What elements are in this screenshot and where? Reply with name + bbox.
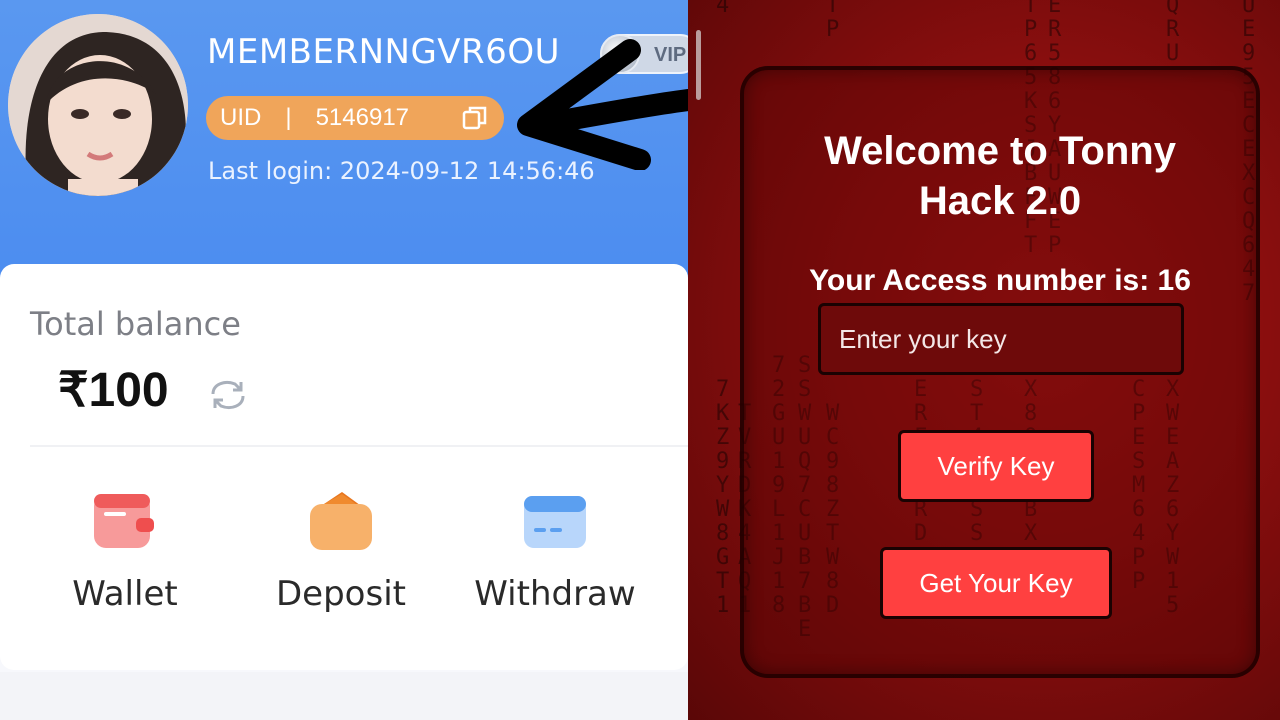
dialog-title: Welcome to Tonny Hack 2.0 <box>824 129 1176 223</box>
key-input[interactable] <box>818 303 1184 375</box>
scrollbar-thumb[interactable] <box>696 30 701 100</box>
deposit-label: Deposit <box>276 574 406 614</box>
uid-separator: | <box>285 104 292 131</box>
hack-panel-screenshot: 47KZ9YW8GT1 TVRDK4AQ1 72GU19L1J18 SSWUQ7… <box>688 0 1280 720</box>
access-number-text: Your Access number is: 16 <box>809 264 1191 297</box>
wallet-app-screenshot: MEMBERNNGVR6OU VIP UID | 5146917 Last lo… <box>0 0 688 720</box>
matrix-column: 47KZ9YW8GT1 <box>716 0 730 618</box>
withdraw-icon <box>520 490 590 552</box>
copy-icon[interactable] <box>462 106 488 137</box>
wallet-icon <box>90 490 160 552</box>
refresh-icon[interactable] <box>207 376 249 419</box>
uid-label: UID <box>220 104 262 131</box>
arrow-annotation-icon <box>517 39 688 170</box>
total-balance-label: Total balance <box>30 305 241 343</box>
uid-pill: UID | 5146917 <box>206 96 504 140</box>
wallet-label: Wallet <box>72 574 178 614</box>
uid-value: 5146917 <box>315 104 410 131</box>
balance-amount: ₹100 <box>58 364 169 417</box>
withdraw-button[interactable]: Withdraw <box>470 490 640 614</box>
verify-key-button[interactable]: Verify Key <box>898 430 1094 502</box>
divider <box>30 445 688 447</box>
bottom-strip <box>0 672 688 720</box>
get-key-button[interactable]: Get Your Key <box>880 547 1112 619</box>
deposit-button[interactable]: Deposit <box>256 490 426 614</box>
withdraw-label: Withdraw <box>474 574 636 614</box>
avatar[interactable] <box>8 14 188 196</box>
wallet-button[interactable]: Wallet <box>40 490 210 614</box>
deposit-icon <box>306 490 376 552</box>
